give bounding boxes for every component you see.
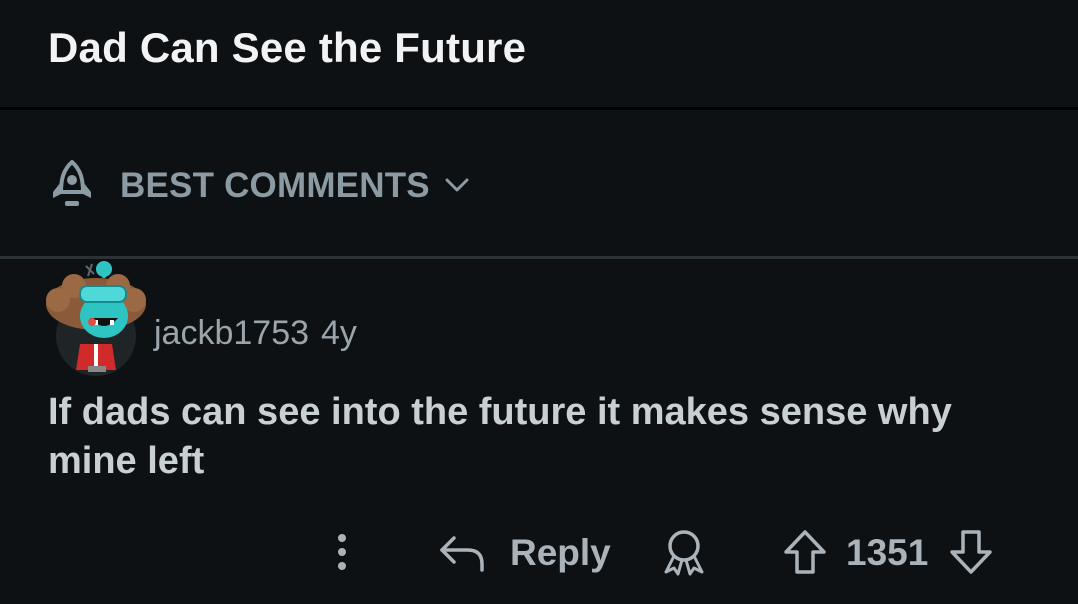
- comment-body: If dads can see into the future it makes…: [48, 391, 952, 482]
- rocket-icon[interactable]: [48, 158, 96, 212]
- vote-count: 1351: [846, 532, 929, 573]
- downvote-arrow-icon[interactable]: [948, 528, 994, 576]
- section-divider: [0, 256, 1078, 259]
- more-vertical-icon[interactable]: [330, 530, 354, 574]
- comment-age: 4y: [321, 314, 357, 352]
- comment-author[interactable]: jackb1753: [154, 314, 309, 352]
- comment-page: Dad Can See the Future BEST COMMENTS jac…: [0, 0, 1078, 604]
- snoo-avatar-icon[interactable]: [44, 260, 148, 378]
- comment-meta: jackb1753 4y: [154, 314, 357, 353]
- upvote-arrow-icon[interactable]: [782, 528, 828, 576]
- post-title[interactable]: Dad Can See the Future: [48, 24, 526, 72]
- post-header: Dad Can See the Future: [0, 0, 1078, 108]
- reply-button[interactable]: Reply: [510, 532, 611, 574]
- award-icon[interactable]: [660, 528, 708, 576]
- sort-label[interactable]: BEST COMMENTS: [120, 166, 430, 206]
- chevron-down-icon[interactable]: [444, 174, 470, 196]
- reply-arrow-icon[interactable]: [438, 532, 486, 572]
